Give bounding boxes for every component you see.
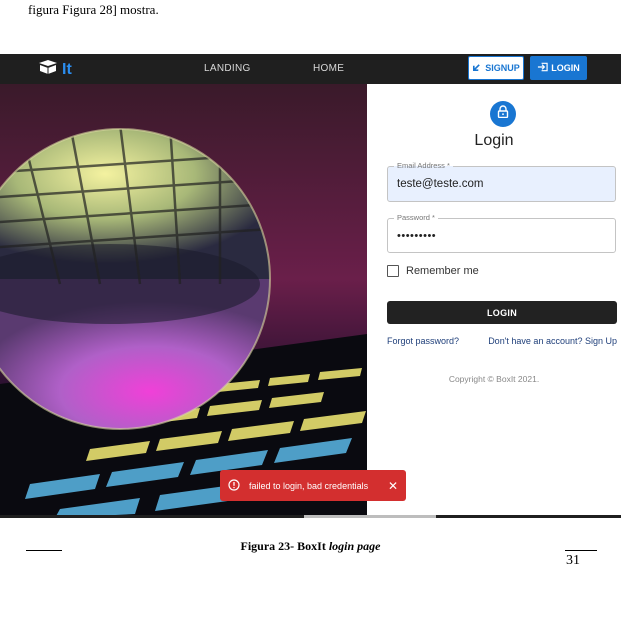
app-bar: It LANDING HOME SIGNUP LOGIN <box>0 54 621 84</box>
box-icon <box>38 60 58 79</box>
signup-link[interactable]: Don't have an account? Sign Up <box>488 336 617 346</box>
login-title: Login <box>474 132 514 149</box>
signup-button-label: SIGNUP <box>485 63 520 73</box>
snackbar-message: failed to login, bad credentials <box>249 480 369 491</box>
login-nav-button[interactable]: LOGIN <box>530 56 587 80</box>
document-top-text: figura Figura 28] mostra. <box>28 2 159 17</box>
copyright: Copyright © BoxIt 2021. <box>448 374 540 384</box>
page-number: 31 <box>566 553 580 568</box>
email-label: Email Address * <box>394 161 453 170</box>
forgot-password-link[interactable]: Forgot password? <box>387 336 459 346</box>
nav-landing[interactable]: LANDING <box>204 63 251 74</box>
caption-bold: Figura 23- BoxIt <box>240 539 329 553</box>
signup-button[interactable]: SIGNUP <box>468 56 524 80</box>
login-panel: Login Email Address * teste@teste.com Pa… <box>367 84 621 518</box>
hero-image <box>0 84 367 518</box>
remember-checkbox[interactable] <box>387 265 399 277</box>
caption-italic: login page <box>328 539 381 553</box>
figure-caption: Figura 23- BoxIt login page <box>0 539 621 554</box>
remember-me[interactable]: Remember me <box>387 265 479 277</box>
lock-avatar <box>490 101 516 127</box>
app-screenshot: It LANDING HOME SIGNUP LOGIN Login Email… <box>0 54 621 518</box>
logo[interactable]: It <box>38 60 72 79</box>
error-snackbar: failed to login, bad credentials ✕ <box>220 470 406 501</box>
login-nav-button-label: LOGIN <box>551 63 580 73</box>
email-field[interactable]: Email Address * teste@teste.com <box>387 161 616 202</box>
scrollbar-thumb[interactable] <box>304 515 436 518</box>
logo-text: It <box>62 60 72 78</box>
password-field[interactable]: Password * ••••••••• <box>387 213 616 253</box>
login-submit-button[interactable]: LOGIN <box>387 301 617 324</box>
footer-rule-right <box>565 550 597 551</box>
password-label: Password * <box>394 213 438 222</box>
error-circle-icon <box>228 478 240 493</box>
login-arrow-icon <box>537 62 548 74</box>
signup-arrow-icon <box>472 63 481 74</box>
email-value: teste@teste.com <box>397 178 484 190</box>
password-value: ••••••••• <box>397 230 437 242</box>
remember-label: Remember me <box>406 265 479 277</box>
close-icon[interactable]: ✕ <box>388 479 398 493</box>
nav-home[interactable]: HOME <box>313 63 344 74</box>
lock-icon <box>497 105 509 123</box>
